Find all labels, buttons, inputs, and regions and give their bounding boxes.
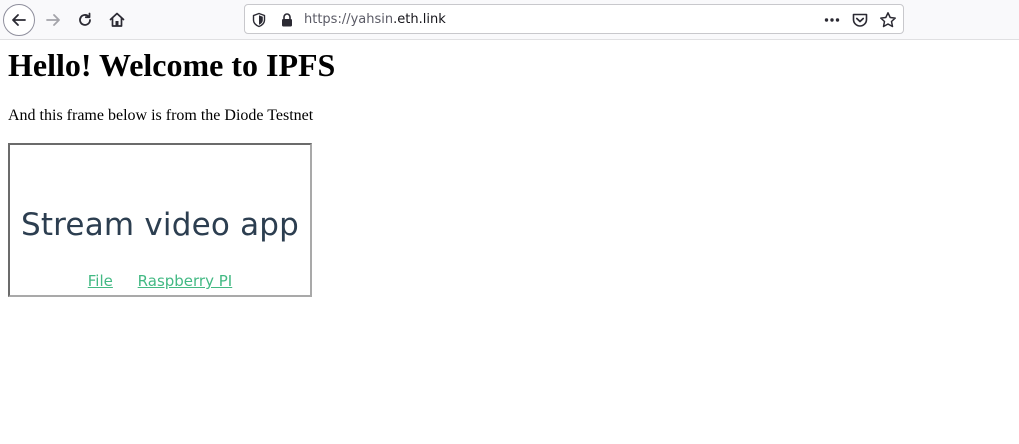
home-button[interactable] bbox=[101, 4, 133, 36]
star-icon[interactable] bbox=[879, 11, 897, 29]
arrow-right-icon bbox=[46, 14, 60, 26]
url-bar[interactable]: https://yahsin.eth.link bbox=[244, 4, 904, 34]
url-subdomain: yahsin bbox=[350, 12, 394, 27]
page-subtitle: And this frame below is from the Diode T… bbox=[8, 107, 314, 124]
page-title: Hello! Welcome to IPFS bbox=[8, 47, 336, 83]
shield-icon[interactable] bbox=[251, 12, 267, 28]
browser-toolbar: https://yahsin.eth.link bbox=[0, 0, 1019, 40]
reload-icon bbox=[79, 12, 91, 26]
raspberry-pi-link[interactable]: Raspberry PI bbox=[138, 272, 233, 290]
home-icon bbox=[109, 12, 125, 27]
frame-nav: File Raspberry PI bbox=[10, 271, 310, 291]
pocket-icon[interactable] bbox=[851, 11, 869, 29]
embedded-iframe[interactable]: Stream video app File Raspberry PI bbox=[8, 143, 312, 297]
url-scheme: https:// bbox=[304, 12, 351, 27]
more-icon[interactable] bbox=[823, 11, 841, 29]
forward-button[interactable] bbox=[37, 4, 69, 36]
page-content: Hello! Welcome to IPFS And this frame be… bbox=[0, 41, 1019, 444]
url-text[interactable]: https://yahsin.eth.link bbox=[304, 12, 446, 28]
lock-icon[interactable] bbox=[279, 12, 295, 28]
file-link[interactable]: File bbox=[88, 272, 113, 290]
frame-title: Stream video app bbox=[20, 207, 300, 243]
reload-button[interactable] bbox=[69, 4, 101, 36]
url-domain: .eth.link bbox=[393, 12, 446, 27]
arrow-left-icon bbox=[12, 14, 26, 26]
back-button[interactable] bbox=[3, 4, 35, 36]
